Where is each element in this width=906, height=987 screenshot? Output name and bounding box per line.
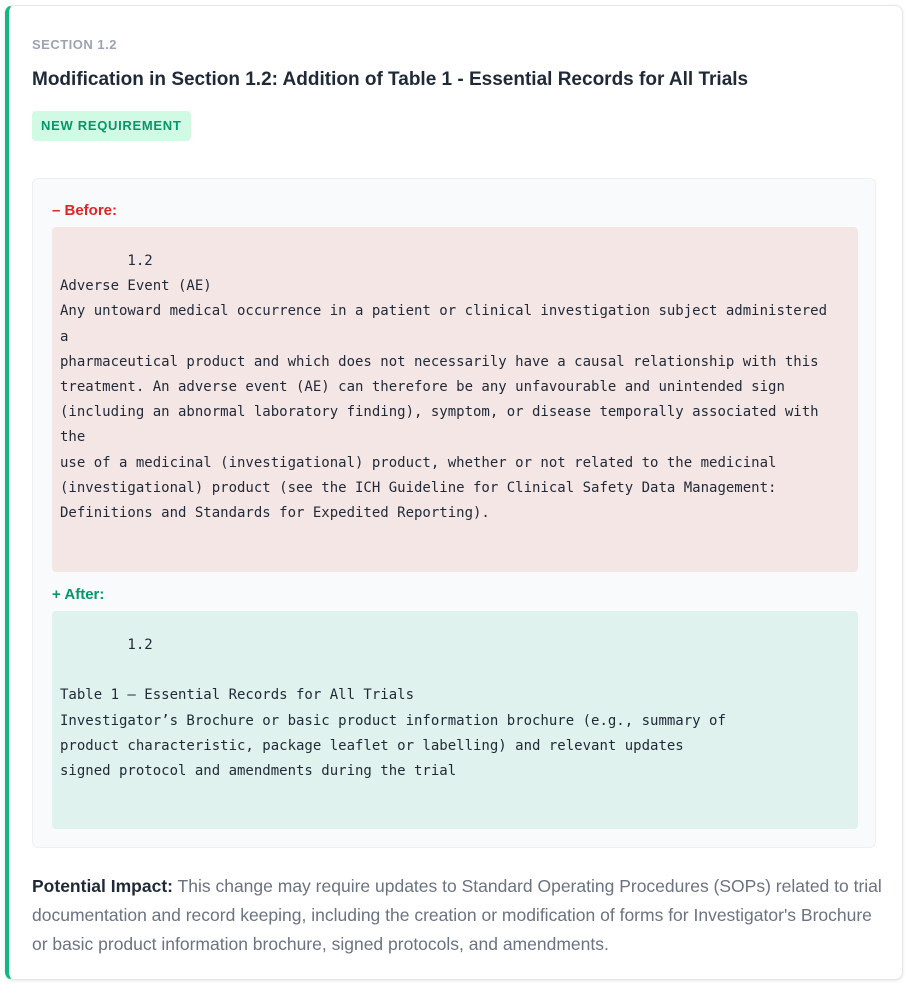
- before-label: – Before:: [52, 202, 118, 219]
- potential-impact: Potential Impact: This change may requir…: [32, 872, 882, 959]
- potential-impact-label: Potential Impact:: [32, 876, 173, 896]
- diff-panel: – Before: 1.2 Adverse Event (AE) Any unt…: [32, 178, 876, 848]
- before-text-block: 1.2 Adverse Event (AE) Any untoward medi…: [52, 227, 858, 572]
- section-label: SECTION 1.2: [32, 37, 117, 52]
- after-text-block: 1.2 Table 1 – Essential Records for All …: [52, 611, 858, 829]
- modification-card: SECTION 1.2 Modification in Section 1.2:…: [5, 5, 903, 980]
- requirement-badge: NEW REQUIREMENT: [32, 111, 191, 141]
- after-label: + After:: [52, 586, 105, 603]
- modification-title: Modification in Section 1.2: Addition of…: [32, 69, 749, 90]
